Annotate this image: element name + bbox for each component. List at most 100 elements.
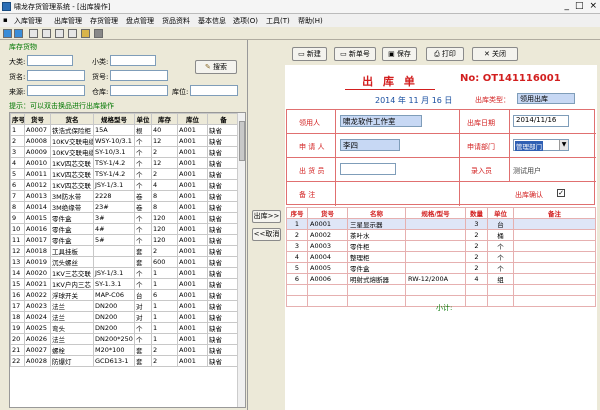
item-row[interactable]: 3 A0003 零件柜 2 个 [286, 240, 596, 252]
table-cell: A001 [177, 256, 208, 268]
item-cell: 2 [465, 229, 488, 241]
vertical-scrollbar[interactable] [237, 113, 245, 407]
layout-icon[interactable] [55, 29, 64, 38]
menu-basic-info[interactable]: 基本信息 [198, 16, 226, 26]
document-number: OT141116001 [482, 73, 561, 84]
menu-outbound[interactable]: 出库管理 [54, 16, 82, 26]
table-row[interactable]: 10 A0016 零件盒 4# 个 120 A001 缺省 [10, 223, 240, 235]
close-button[interactable]: ✕ 关闭 [472, 47, 518, 61]
table-cell: 21 [10, 344, 25, 356]
table-cell: 对 [134, 300, 152, 312]
item-row[interactable]: 2 A0002 茶叶水 2 桶 [286, 229, 596, 241]
table-row[interactable]: 9 A0015 零件盒 3# 个 120 A001 缺省 [10, 212, 240, 224]
table-cell: 沉头螺丝 [50, 256, 94, 268]
empty-cell [405, 284, 466, 296]
table-row[interactable]: 21 A0027 螺栓 M20*100 套 2 A001 缺省 [10, 344, 240, 356]
hint-text: 提示：可以双击换品进行出库操作 [9, 102, 114, 110]
table-row[interactable]: 13 A0019 沉头螺丝 套 600 A001 缺省 [10, 256, 240, 268]
menu-options[interactable]: 选项(O) [233, 16, 258, 26]
menu-tools[interactable]: 工具(T) [266, 16, 290, 26]
out-button[interactable]: 出库>> [252, 210, 281, 223]
table-cell: 40 [151, 124, 178, 136]
cancel-selection-button[interactable]: <<取消 [252, 228, 281, 241]
item-cell: 5 [286, 262, 308, 274]
minimize-button[interactable]: _ [564, 1, 569, 11]
table-row[interactable]: 8 A0014 3M绝缘带 23# 卷 8 A001 缺省 [10, 201, 240, 213]
table-cell: 缺省 [207, 333, 240, 345]
table-row[interactable]: 4 A0010 1KV四芯交联 TSY-1/4.2 个 12 A001 缺省 [10, 157, 240, 169]
table-row[interactable]: 12 A0018 工具挂板 套 2 A001 缺省 [10, 245, 240, 257]
type-select[interactable]: 领用出库 [517, 93, 575, 104]
column-header[interactable]: 库存 [151, 113, 178, 125]
column-header[interactable]: 规格型号 [93, 113, 135, 125]
recipient-input[interactable]: 啸龙软件工作室 [340, 115, 422, 127]
menu-inventory[interactable]: 存货管理 [90, 16, 118, 26]
table-row[interactable]: 22 A0028 防爆灯 GCD613-1 套 2 A001 缺省 [10, 355, 240, 367]
table-row[interactable]: 20 A0026 法兰 DN200*250 个 1 A001 缺省 [10, 333, 240, 345]
chevron-down-icon[interactable]: ▼ [559, 140, 568, 150]
menu-goods[interactable]: 货品资料 [162, 16, 190, 26]
table-row[interactable]: 15 A0021 1KV户内三芯 SY-1.3.1 个 1 A001 缺省 [10, 278, 240, 290]
column-header[interactable]: 货号 [24, 113, 51, 125]
logout-icon[interactable] [14, 29, 23, 38]
column-header[interactable]: 序号 [10, 113, 25, 125]
table-row[interactable]: 14 A0020 1KV三芯交联 JSY-1/3.1 个 1 A001 缺省 [10, 267, 240, 279]
table-row[interactable]: 11 A0017 零件盒 5# 个 120 A001 缺省 [10, 234, 240, 246]
window-icon[interactable] [29, 29, 38, 38]
close-window-button[interactable]: × [589, 1, 597, 11]
item-cell [405, 251, 466, 263]
menu-help[interactable]: 帮助(H) [298, 16, 323, 26]
table-cell: 缺省 [207, 223, 240, 235]
item-row[interactable]: 6 A0006 明射式熔断器 RW-12/200A 4 组 [286, 273, 596, 285]
outbound-date-input[interactable]: 2014/11/16 [513, 115, 569, 127]
login-icon[interactable] [3, 29, 12, 38]
subcategory-input[interactable] [110, 55, 156, 66]
search-button[interactable]: ✎ 搜索 [195, 60, 237, 74]
table-row[interactable]: 17 A0023 法兰 DN200 对 1 A001 缺省 [10, 300, 240, 312]
maximize-button[interactable]: □ [575, 1, 584, 11]
warehouse-input[interactable] [110, 85, 168, 96]
item-row[interactable]: 4 A0004 整理柜 2 个 [286, 251, 596, 263]
table-row[interactable]: 19 A0025 弯头 DN200 个 1 A001 缺省 [10, 322, 240, 334]
scrollbar-thumb[interactable] [239, 121, 245, 161]
column-header[interactable]: 单位 [134, 113, 152, 125]
column-header[interactable]: 库位 [177, 113, 208, 125]
goods-no-input[interactable] [110, 70, 168, 81]
table-row[interactable]: 16 A0022 浮球开关 MAP-C06 台 6 A001 缺省 [10, 289, 240, 301]
save-button[interactable]: ▣ 保存 [382, 47, 417, 61]
table-row[interactable]: 18 A0024 法兰 DN200 对 1 A001 缺省 [10, 311, 240, 323]
calculator-icon[interactable] [81, 29, 90, 38]
shipper-input[interactable] [340, 163, 396, 175]
category-input[interactable] [27, 55, 73, 66]
list-icon[interactable] [68, 29, 77, 38]
table-cell: 缺省 [207, 168, 240, 180]
table-row[interactable]: 3 A0009 10KV交联电缆 SY-10/3.1 个 2 A001 缺省 [10, 146, 240, 158]
goods-name-input[interactable] [27, 70, 85, 81]
item-row[interactable]: 5 A0005 零件盒 2 个 [286, 262, 596, 274]
table-row[interactable]: 5 A0011 1KV四芯交联 TSY-1/4.2 个 2 A001 缺省 [10, 168, 240, 180]
new-button[interactable]: ▭ 新建 [292, 47, 327, 61]
column-header[interactable]: 货名 [50, 113, 94, 125]
remarks-input[interactable] [340, 187, 450, 199]
menu-inbound[interactable]: 入库管理 [14, 16, 42, 26]
table-cell: A0022 [24, 289, 51, 301]
source-input[interactable] [27, 85, 85, 96]
new-number-button[interactable]: ▭ 新单号 [334, 47, 376, 61]
location-input[interactable] [190, 85, 238, 96]
table-row[interactable]: 1 A0007 铁浩式保险柜 15A 根 40 A001 缺省 [10, 124, 240, 136]
table-cell: 缺省 [207, 355, 240, 367]
monitor-icon[interactable] [94, 29, 103, 38]
table-row[interactable]: 6 A0012 1KV四芯交联 JSY-1/3.1 个 4 A001 缺省 [10, 179, 240, 191]
print-button[interactable]: ⎙ 打印 [426, 47, 464, 61]
menu-stocktake[interactable]: 盘点管理 [126, 16, 154, 26]
table-cell: 缺省 [207, 146, 240, 158]
item-row[interactable]: 1 A0001 三星显示器 3 台 [286, 218, 596, 230]
confirm-checkbox[interactable]: ✓ [557, 189, 565, 197]
table-row[interactable]: 7 A0013 3M防水带 2228 卷 8 A001 缺省 [10, 190, 240, 202]
table-cell: 套 [134, 344, 152, 356]
applicant-input[interactable]: 李四 [340, 139, 400, 151]
grid-icon[interactable] [42, 29, 51, 38]
column-header[interactable]: 备 [207, 113, 240, 125]
table-row[interactable]: 2 A0008 10KV交联电缆 WSY-10/3.1 个 12 A001 缺省 [10, 135, 240, 147]
department-select[interactable]: 管理部门 ▼ [513, 139, 569, 151]
